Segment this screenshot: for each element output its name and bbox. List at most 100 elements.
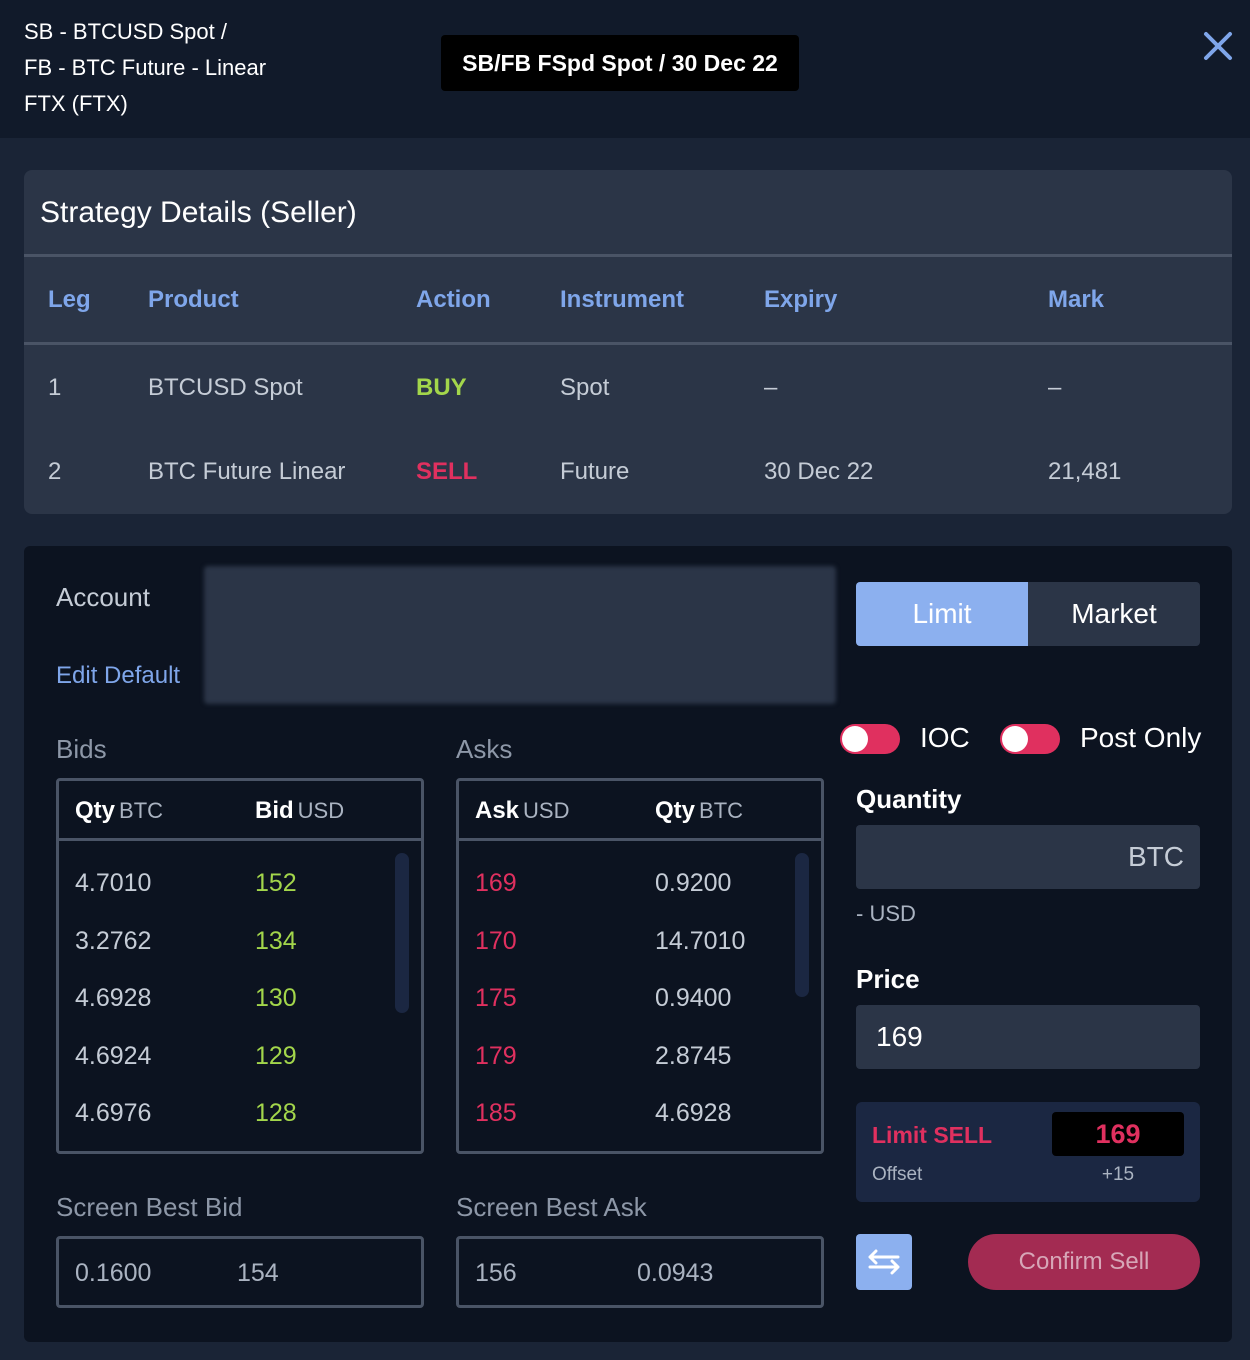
ask-price: 179 xyxy=(475,1042,517,1070)
bid-qty: 4.6924 xyxy=(75,1042,152,1070)
asks-title: Asks xyxy=(456,734,513,764)
ioc-label: IOC xyxy=(920,722,970,753)
unit-label: USD xyxy=(523,798,570,823)
order-summary: Limit SELL 169 Offset +15 xyxy=(856,1102,1200,1202)
confirm-sell-button[interactable]: Confirm Sell xyxy=(968,1234,1200,1290)
screen-best-ask-price: 156 xyxy=(475,1259,517,1287)
bid-qty: 3.2762 xyxy=(75,927,152,955)
post-only-toggle[interactable] xyxy=(1000,724,1060,754)
ioc-toggle[interactable] xyxy=(840,724,900,754)
screen-best-bid-label: Screen Best Bid xyxy=(56,1192,243,1222)
summary-price: 169 xyxy=(1052,1112,1184,1156)
edit-default-link[interactable]: Edit Default xyxy=(56,662,180,690)
bid-qty: 4.6976 xyxy=(75,1099,152,1127)
bid-price: 134 xyxy=(255,927,297,955)
account-select[interactable] xyxy=(204,566,836,704)
unit-label: BTC xyxy=(699,798,744,823)
col-header-instrument: Instrument xyxy=(560,286,685,313)
bids-scrollbar[interactable] xyxy=(395,853,409,1013)
asks-header: Ask USD Qty BTC xyxy=(459,781,821,841)
bids-header: Qty BTC Bid USD xyxy=(59,781,421,841)
ask-price: 175 xyxy=(475,984,517,1012)
asks-scrollbar[interactable] xyxy=(795,853,809,997)
ask-price: 170 xyxy=(475,927,517,955)
toggle-knob xyxy=(1002,726,1028,752)
bid-qty: 4.6928 xyxy=(75,984,152,1012)
title-line-3: FTX (FTX) xyxy=(24,91,128,116)
ask-price: 185 xyxy=(475,1099,517,1127)
order-type-limit-button[interactable]: Limit xyxy=(856,582,1028,646)
offset-label: Offset xyxy=(872,1164,923,1185)
asks-book: Ask USD Qty BTC 169 0.9200 170 14.7010 175… xyxy=(456,778,824,1154)
col-header-expiry: Expiry xyxy=(764,286,838,313)
bid-price: 128 xyxy=(255,1099,297,1127)
strategy-header-divider xyxy=(24,342,1232,345)
price-label: Price xyxy=(856,964,920,994)
instrument-cell: Future xyxy=(560,458,630,485)
leg-cell: 2 xyxy=(48,458,62,485)
col-header-product: Product xyxy=(148,286,239,313)
leg-cell: 1 xyxy=(48,374,62,401)
strategy-title-divider xyxy=(24,254,1232,257)
screen-best-bid-qty: 0.1600 xyxy=(75,1259,152,1287)
close-icon xyxy=(1204,32,1232,60)
screen-best-ask-box: 156 0.0943 xyxy=(456,1236,824,1308)
price-input[interactable]: 169 xyxy=(856,1005,1200,1069)
product-cell: BTC Future Linear xyxy=(148,458,346,485)
unit-label: USD xyxy=(297,798,345,823)
strategy-details-panel: Strategy Details (Seller) Leg Product Ac… xyxy=(24,170,1232,514)
title-line-1: SB - BTCUSD Spot / xyxy=(24,19,227,44)
ask-qty: 2.8745 xyxy=(655,1042,732,1070)
col-header-mark: Mark xyxy=(1048,286,1105,313)
action-cell: BUY xyxy=(416,374,467,401)
mark-cell: 21,481 xyxy=(1048,458,1122,485)
toggle-knob xyxy=(842,726,868,752)
bids-book: Qty BTC Bid USD 4.7010 152 3.2762 134 4.69… xyxy=(56,778,424,1154)
ask-qty: 0.9200 xyxy=(655,869,732,897)
summary-label: Limit SELL xyxy=(872,1122,993,1148)
order-panel: Account Edit Default Limit Market IOC Po… xyxy=(24,546,1232,1342)
instrument-title: SB - BTCUSD Spot / FB - BTC Future - Lin… xyxy=(24,14,266,122)
col-header-action: Action xyxy=(416,286,491,313)
expiry-cell: – xyxy=(764,374,778,401)
ask-price: 169 xyxy=(475,869,517,897)
swap-arrows-icon xyxy=(868,1249,900,1275)
screen-best-bid-price: 154 xyxy=(237,1259,279,1287)
col-header-leg: Leg xyxy=(48,286,91,313)
ask-qty: 14.7010 xyxy=(655,927,746,955)
bids-price-header: Bid USD xyxy=(255,797,345,824)
bids-title: Bids xyxy=(56,734,107,764)
quantity-notional: - USD xyxy=(856,901,916,926)
screen-best-bid-box: 0.1600 154 xyxy=(56,1236,424,1308)
bids-qty-header: Qty BTC xyxy=(75,797,164,824)
action-cell: SELL xyxy=(416,458,478,485)
title-line-2: FB - BTC Future - Linear xyxy=(24,55,267,80)
offset-value: +15 xyxy=(1101,1164,1135,1185)
strategy-title: Strategy Details (Seller) xyxy=(40,196,357,229)
price-value: 169 xyxy=(876,1021,923,1052)
unit-label: BTC xyxy=(119,798,164,823)
screen-best-ask-qty: 0.0943 xyxy=(637,1259,714,1287)
quantity-input[interactable]: BTC xyxy=(856,825,1200,889)
strategy-badge: SB/FB FSpd Spot / 30 Dec 22 xyxy=(441,35,799,91)
account-label: Account xyxy=(56,582,150,612)
bid-price: 129 xyxy=(255,1042,297,1070)
bid-price: 130 xyxy=(255,984,297,1012)
top-bar: SB - BTCUSD Spot / FB - BTC Future - Lin… xyxy=(0,0,1250,138)
swap-side-button[interactable] xyxy=(856,1234,912,1290)
instrument-cell: Spot xyxy=(560,374,610,401)
ask-qty: 4.6928 xyxy=(655,1099,732,1127)
order-type-market-button[interactable]: Market xyxy=(1028,582,1200,646)
asks-qty-header: Qty BTC xyxy=(655,797,744,824)
quantity-label: Quantity xyxy=(856,784,962,814)
asks-price-header: Ask USD xyxy=(475,797,570,824)
mark-cell: – xyxy=(1048,374,1062,401)
product-cell: BTCUSD Spot xyxy=(148,374,303,401)
expiry-cell: 30 Dec 22 xyxy=(764,458,874,485)
bid-price: 152 xyxy=(255,869,297,897)
quantity-unit: BTC xyxy=(1128,841,1184,872)
screen-best-ask-label: Screen Best Ask xyxy=(456,1192,647,1222)
bid-qty: 4.7010 xyxy=(75,869,152,897)
ask-qty: 0.9400 xyxy=(655,984,732,1012)
close-button[interactable] xyxy=(1198,26,1238,66)
